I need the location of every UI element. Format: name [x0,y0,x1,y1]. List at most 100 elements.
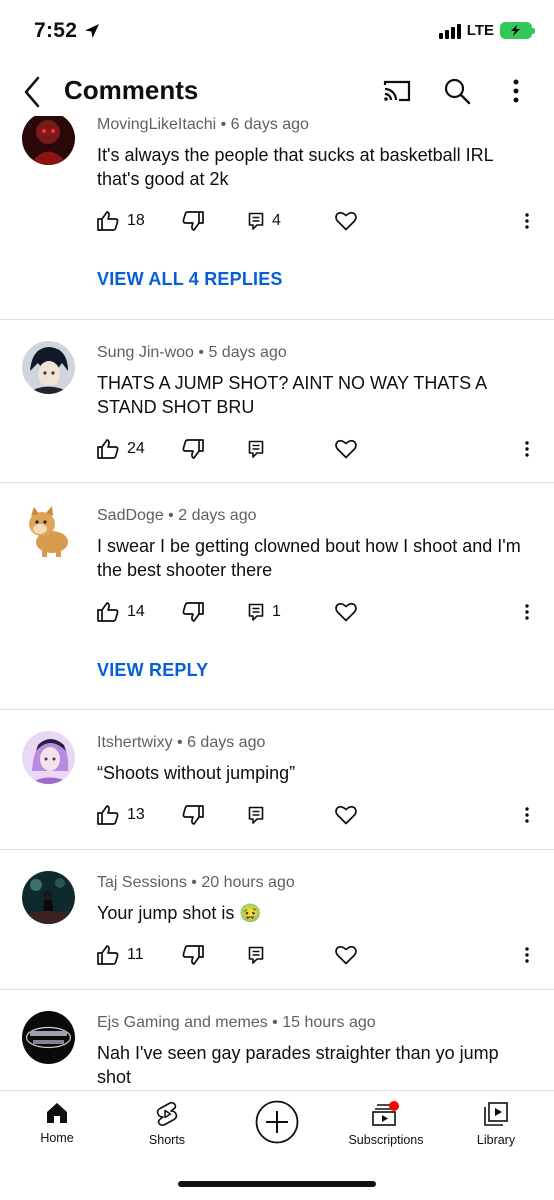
nav-home[interactable]: Home [7,1101,107,1145]
reply-button[interactable]: 1 [248,598,281,626]
reply-button[interactable]: 4 [248,207,281,235]
comment-author[interactable]: Ejs Gaming and memes [97,1014,268,1031]
comment-author[interactable]: Itshertwixy [97,734,173,751]
thumbs-down-icon [182,211,204,231]
comment-meta: Itshertwixy • 6 days ago [97,734,266,751]
view-replies-link[interactable]: VIEW REPLY [97,660,208,681]
comment-more-button[interactable] [517,207,537,235]
search-icon [444,78,471,105]
thumbs-down-icon [182,439,204,459]
comment-text: “Shoots without jumping” [97,763,296,783]
heart-icon [335,602,357,622]
library-icon [484,1102,508,1126]
thumbs-down-icon [182,945,204,965]
comment-age: 5 days ago [208,344,287,361]
like-button[interactable]: 11 [97,941,144,969]
avatar[interactable] [22,504,75,557]
notification-dot [389,1101,399,1111]
nav-subscriptions-label: Subscriptions [348,1133,424,1147]
home-icon [47,1103,67,1123]
heart-button[interactable] [335,435,357,463]
cast-icon [383,80,411,102]
shorts-icon [156,1101,178,1126]
home-indicator[interactable] [178,1181,376,1187]
comment-reply-icon [248,806,264,824]
status-indicators: LTE [438,22,535,39]
heart-button[interactable] [335,598,357,626]
dislike-button[interactable] [182,801,204,829]
nav-library[interactable]: Library [446,1101,546,1147]
more-vertical-icon [525,441,529,457]
like-button[interactable]: 13 [97,801,145,829]
more-options-button[interactable] [499,74,533,108]
reply-button[interactable] [248,941,264,969]
comment-text: It's always the people that sucks at bas… [97,145,493,189]
reply-button[interactable] [248,801,264,829]
comment-text: Your jump shot is 🤢 [97,903,262,923]
status-time: 7:52 [34,19,78,42]
comment-meta: Taj Sessions • 20 hours ago [97,874,295,891]
avatar[interactable] [22,341,75,394]
search-button[interactable] [440,74,474,108]
add-circle-icon [255,1100,299,1144]
comment-author[interactable]: MovingLikeItachi [97,116,216,133]
nav-shorts[interactable]: Shorts [117,1101,217,1147]
comment-more-button[interactable] [517,801,537,829]
comment-age: 15 hours ago [282,1014,376,1031]
page-title: Comments [64,75,199,105]
comment-reply-icon [248,212,264,230]
thumbs-up-icon [97,805,119,825]
dislike-button[interactable] [182,598,204,626]
comment-actions: 11 [97,941,537,969]
battery-icon [500,22,535,39]
comment-meta: Ejs Gaming and memes • 15 hours ago [97,1014,376,1031]
cast-button[interactable] [380,74,414,108]
view-replies-link[interactable]: VIEW ALL 4 REPLIES [97,269,283,290]
thumbs-up-icon [97,439,119,459]
like-count: 24 [127,440,145,457]
comment-more-button[interactable] [517,435,537,463]
heart-button[interactable] [335,207,357,235]
like-button[interactable]: 18 [97,207,145,235]
dislike-button[interactable] [182,435,204,463]
create-button[interactable] [227,1099,327,1145]
comment-more-button[interactable] [517,941,537,969]
back-button[interactable] [14,72,50,112]
avatar[interactable] [22,871,75,924]
comment-item: Sung Jin-woo • 5 days ago THATS A JUMP S… [0,320,554,482]
heart-button[interactable] [335,801,357,829]
heart-icon [335,211,357,231]
comment-age: 6 days ago [230,116,309,133]
like-count: 14 [127,603,145,620]
avatar[interactable] [22,731,75,784]
comment-author[interactable]: Taj Sessions [97,874,187,891]
comment-author[interactable]: Sung Jin-woo [97,344,194,361]
more-vertical-icon [525,213,529,229]
nav-subscriptions[interactable]: Subscriptions [336,1101,436,1147]
like-button[interactable]: 24 [97,435,145,463]
avatar[interactable] [22,112,75,165]
like-button[interactable]: 14 [97,598,145,626]
comment-text: Nah I've seen gay parades straighter tha… [97,1043,499,1087]
more-vertical-icon [525,604,529,620]
avatar[interactable] [22,1011,75,1064]
more-vertical-icon [525,807,529,823]
comment-age: 6 days ago [187,734,266,751]
more-vertical-icon [513,79,519,103]
comment-more-button[interactable] [517,598,537,626]
comments-header: Comments [0,66,554,116]
dislike-button[interactable] [182,941,204,969]
thumbs-up-icon [97,945,119,965]
comment-age: 20 hours ago [201,874,295,891]
reply-button[interactable] [248,435,264,463]
comment-author[interactable]: SadDoge [97,507,164,524]
comment-item: Itshertwixy • 6 days ago “Shoots without… [0,710,554,849]
status-bar: 7:52 LTE [0,0,554,66]
comment-actions: 13 [97,801,537,829]
nav-home-label: Home [40,1131,74,1145]
comment-item: Taj Sessions • 20 hours ago Your jump sh… [0,850,554,989]
dislike-button[interactable] [182,207,204,235]
nav-shorts-label: Shorts [148,1133,186,1147]
heart-button[interactable] [335,941,357,969]
comment-age: 2 days ago [178,507,257,524]
